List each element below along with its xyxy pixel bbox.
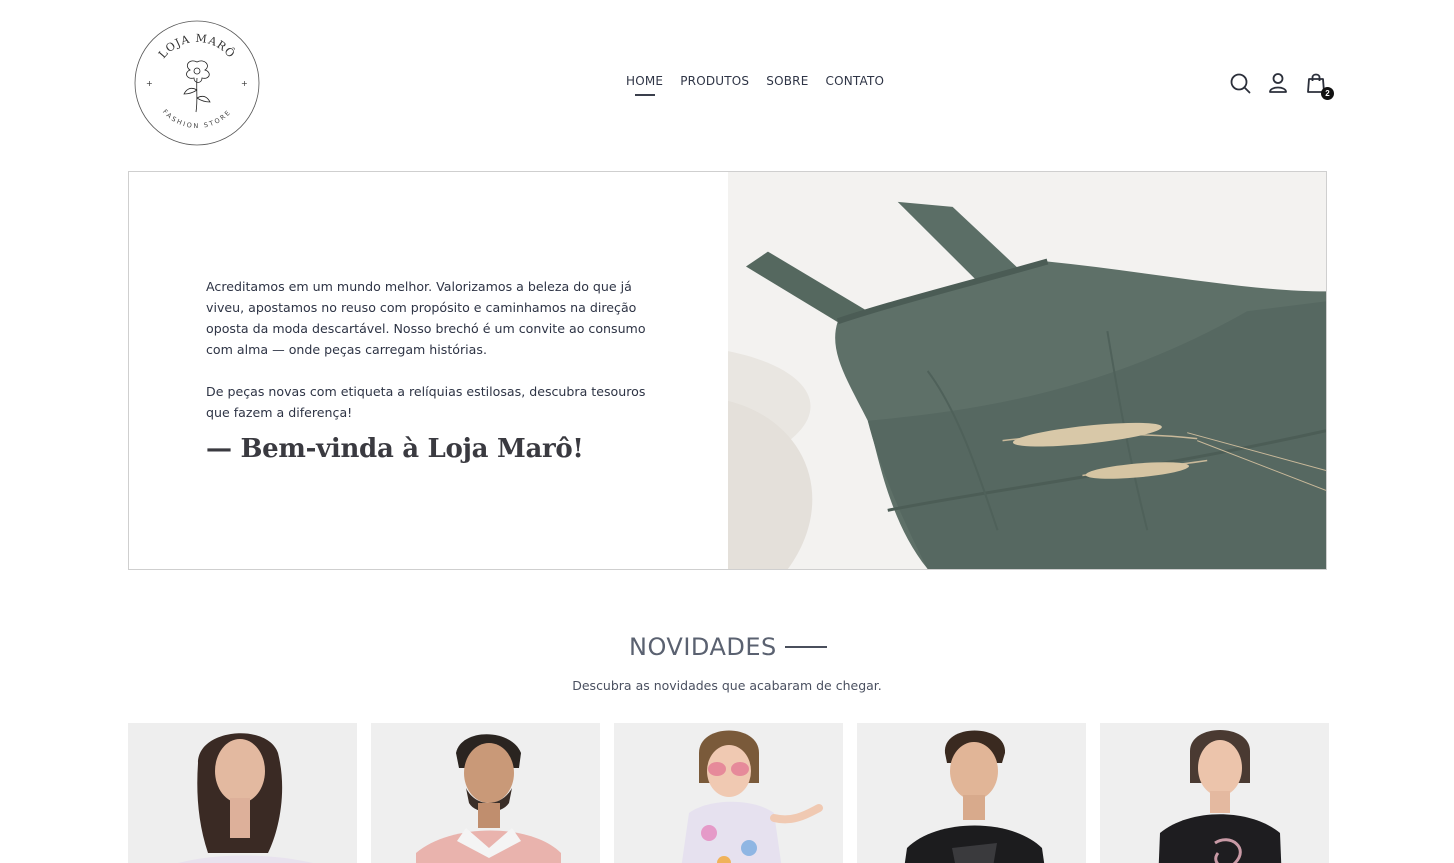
hero-paragraph-1: Acreditamos em um mundo melhor. Valoriza… xyxy=(206,279,646,357)
store-logo[interactable]: LOJA MARÔ FASHION STORE + + xyxy=(134,20,260,146)
hero-banner: Acreditamos em um mundo melhor. Valoriza… xyxy=(128,171,1327,570)
novidades-title: NOVIDADES xyxy=(629,633,777,661)
nav-sobre[interactable]: SOBRE xyxy=(766,74,808,88)
product-card-1[interactable] xyxy=(128,723,357,863)
svg-text:LOJA MARÔ: LOJA MARÔ xyxy=(156,32,239,61)
page: LOJA MARÔ FASHION STORE + + HOME PRODUTO… xyxy=(0,0,1454,863)
hero-text-panel: Acreditamos em um mundo melhor. Valoriza… xyxy=(129,172,728,569)
nav-produtos[interactable]: PRODUTOS xyxy=(680,74,749,88)
nav-contato[interactable]: CONTATO xyxy=(825,74,884,88)
logo-bottom-text: FASHION STORE xyxy=(161,108,231,130)
nav-home[interactable]: HOME xyxy=(626,74,663,88)
svg-text:+: + xyxy=(146,79,153,88)
product-card-2[interactable] xyxy=(371,723,600,863)
product-card-3[interactable] xyxy=(614,723,843,863)
product-grid xyxy=(128,723,1329,863)
title-decoration-line xyxy=(784,646,827,648)
product-card-4[interactable] xyxy=(857,723,1086,863)
hero-paragraph-2: De peças novas com etiqueta a relíquias … xyxy=(206,384,646,420)
novidades-subtitle: Descubra as novidades que acabaram de ch… xyxy=(572,678,882,693)
header-actions: 2 xyxy=(1228,71,1334,100)
hero-dress-image xyxy=(728,172,1326,569)
cart-count-badge: 2 xyxy=(1321,87,1334,100)
logo-top-text: LOJA MARÔ xyxy=(156,32,238,61)
novidades-heading: NOVIDADES xyxy=(629,633,827,661)
user-icon[interactable] xyxy=(1266,71,1290,95)
main-nav: HOME PRODUTOS SOBRE CONTATO xyxy=(626,74,884,88)
shopping-bag-icon[interactable]: 2 xyxy=(1304,71,1334,100)
search-icon[interactable] xyxy=(1228,71,1252,95)
svg-text:+: + xyxy=(241,79,248,88)
hero-welcome-heading: — Bem-vinda à Loja Marô! xyxy=(206,434,584,464)
svg-text:FASHION STORE: FASHION STORE xyxy=(161,108,233,130)
product-card-5[interactable] xyxy=(1100,723,1329,863)
